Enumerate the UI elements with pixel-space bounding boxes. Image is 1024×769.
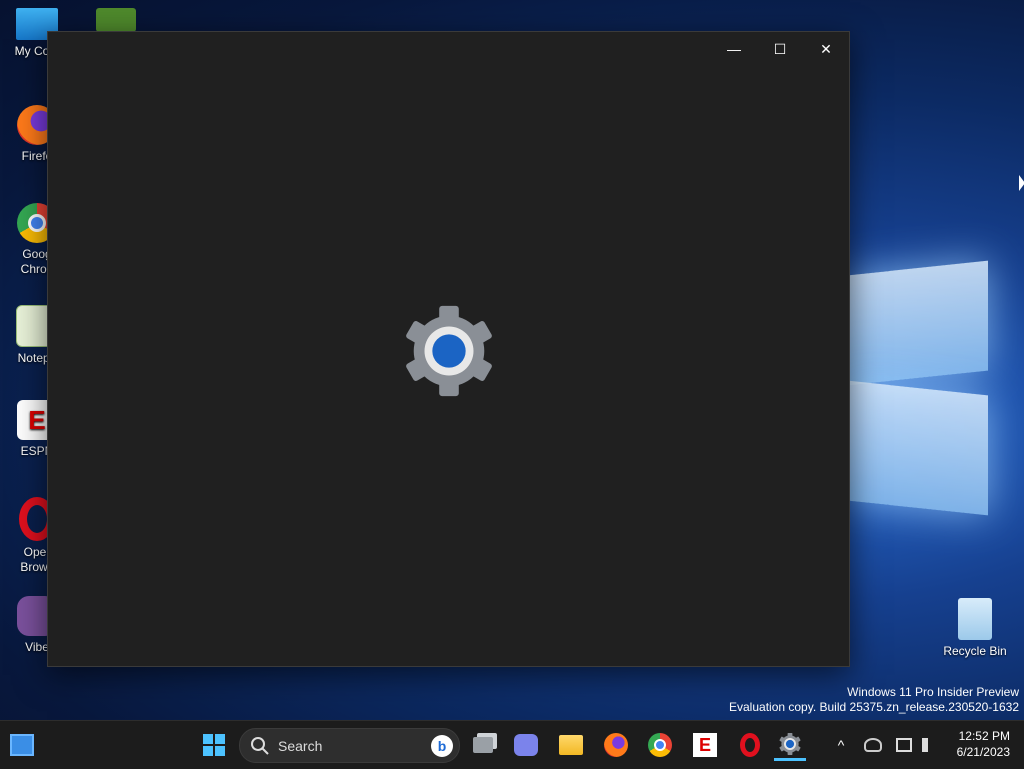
show-hidden-icons-chevron[interactable]: ^ — [832, 737, 850, 753]
taskbar: Search b E ^ 12:52 PM 6/21/2023 — [0, 720, 1024, 769]
taskbar-clock[interactable]: 12:52 PM 6/21/2023 — [957, 728, 1010, 760]
search-icon — [251, 736, 269, 755]
file-explorer-button[interactable] — [555, 729, 587, 761]
recycle-bin-icon — [958, 598, 992, 640]
window-controls: — ☐ ✕ — [711, 32, 849, 66]
wallpaper-windows-logo — [848, 248, 990, 528]
system-tray: ^ — [832, 721, 938, 769]
mouse-cursor-icon — [1019, 175, 1024, 191]
watermark-line-1: Windows 11 Pro Insider Preview — [847, 685, 1019, 699]
watermark-line-2: Evaluation copy. Build 25375.zn_release.… — [729, 700, 1019, 714]
maximize-button[interactable]: ☐ — [757, 32, 803, 66]
taskbar-search[interactable]: Search b — [239, 728, 460, 763]
widgets-button[interactable] — [6, 729, 38, 761]
teams-chat-button[interactable] — [510, 729, 542, 761]
espn-taskbar-button[interactable]: E — [689, 729, 721, 761]
clock-time: 12:52 PM — [958, 729, 1010, 743]
bing-icon[interactable]: b — [431, 735, 453, 757]
minimize-button[interactable]: — — [711, 32, 757, 66]
task-view-button[interactable] — [467, 729, 499, 761]
start-button[interactable] — [198, 729, 230, 761]
firefox-taskbar-button[interactable] — [600, 729, 632, 761]
settings-window[interactable]: — ☐ ✕ — [47, 31, 850, 667]
desktop-icon-recycle-bin[interactable]: Recycle Bin — [940, 598, 1010, 659]
windows-logo-icon — [203, 734, 225, 756]
network-icon[interactable] — [896, 738, 912, 752]
settings-taskbar-button[interactable] — [774, 729, 806, 761]
opera-taskbar-button[interactable] — [734, 729, 766, 761]
onedrive-icon[interactable] — [864, 738, 882, 752]
windows-watermark: Windows 11 Pro Insider Preview Evaluatio… — [729, 685, 1019, 715]
close-button[interactable]: ✕ — [803, 32, 849, 66]
volume-icon[interactable] — [922, 738, 938, 752]
settings-gear-icon — [405, 305, 493, 397]
clock-date: 6/21/2023 — [956, 745, 1010, 759]
minecraft-icon[interactable] — [96, 8, 136, 32]
settings-gear-icon — [779, 732, 801, 755]
search-placeholder: Search — [278, 737, 323, 754]
chrome-taskbar-button[interactable] — [644, 729, 676, 761]
